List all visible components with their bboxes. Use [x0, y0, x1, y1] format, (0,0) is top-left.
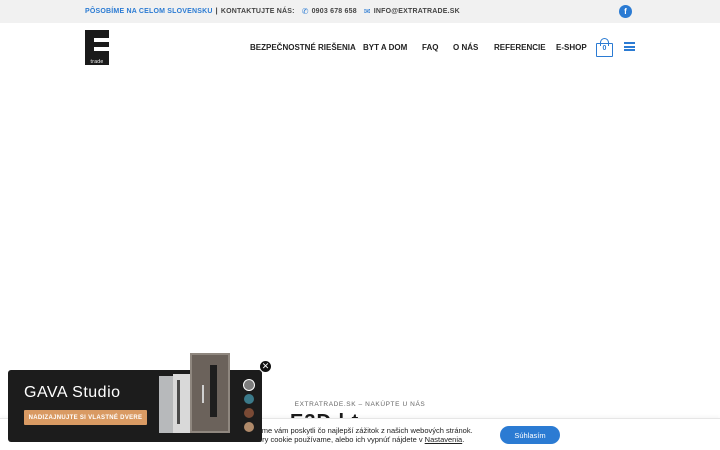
nav-item-faq[interactable]: FAQ	[422, 43, 438, 52]
gava-studio-promo[interactable]: GAVA Studio NADIZAJNUJTE SI VLASTNÉ DVER…	[8, 353, 262, 442]
color-swatch-tan[interactable]	[244, 422, 254, 432]
cookie-text-suffix: .	[462, 435, 465, 444]
cookie-text-line2: ory cookie používame, alebo ich vypnúť n…	[258, 435, 464, 444]
promo-close-button[interactable]: ✕	[259, 360, 272, 373]
cookie-text-line1: sme vám poskytli čo najlepší zážitok z n…	[258, 426, 473, 435]
cookie-accept-button[interactable]: Súhlasím	[500, 426, 560, 444]
cart-count: 0	[602, 45, 607, 52]
mail-icon: ✉	[363, 7, 371, 16]
email-address: INFO@EXTRATRADE.SK	[373, 8, 460, 15]
door-image-front	[190, 353, 230, 433]
cookie-text-prefix: ory cookie používame, alebo ich vypnúť n…	[258, 435, 425, 444]
coverage-text: PÔSOBÍME NA CELOM SLOVENSKU	[85, 8, 213, 15]
color-swatch-brown[interactable]	[244, 408, 254, 418]
logo-e-mark	[85, 30, 109, 59]
email-link[interactable]: ✉ INFO@EXTRATRADE.SK	[364, 7, 460, 16]
contact-label: KONTAKTUJTE NÁS:	[220, 8, 295, 15]
logo-caption: trade	[85, 59, 109, 65]
promo-brand: GAVA Studio	[24, 384, 121, 402]
hamburger-menu-icon[interactable]	[624, 42, 635, 51]
nav-item-eshop[interactable]: E-SHOP	[556, 43, 587, 52]
door-handle	[202, 385, 204, 403]
close-icon: ✕	[261, 361, 270, 371]
phone-icon: ✆	[301, 7, 309, 16]
facebook-icon[interactable]: f	[619, 5, 632, 18]
top-bar-info: PÔSOBÍME NA CELOM SLOVENSKU | KONTAKTUJT…	[85, 0, 460, 23]
color-swatch-teal[interactable]	[244, 394, 254, 404]
cart-button[interactable]: 0	[596, 38, 614, 57]
nav-item-home[interactable]: BYT A DOM	[363, 43, 407, 52]
nav-item-about[interactable]: O NÁS	[453, 43, 478, 52]
nav-item-security[interactable]: BEZPEČNOSTNÉ RIEŠENIA	[250, 43, 356, 52]
nav-item-references[interactable]: REFERENCIE	[494, 43, 546, 52]
color-swatch-grey[interactable]	[244, 380, 254, 390]
top-bar: PÔSOBÍME NA CELOM SLOVENSKU | KONTAKTUJT…	[0, 0, 720, 23]
phone-number: 0903 678 658	[311, 8, 357, 15]
phone-link[interactable]: ✆ 0903 678 658	[302, 7, 357, 16]
promo-cta-button[interactable]: NADIZAJNUJTE SI VLASTNÉ DVERE	[24, 410, 147, 425]
facebook-glyph: f	[624, 7, 627, 16]
site-logo[interactable]: trade	[85, 30, 109, 65]
cookie-settings-link[interactable]: Nastavenia	[425, 435, 463, 444]
promo-brand-sub: Studio	[67, 384, 121, 401]
door-glass-panel	[210, 365, 217, 417]
promo-brand-main: GAVA	[24, 384, 68, 401]
separator: |	[215, 8, 218, 15]
